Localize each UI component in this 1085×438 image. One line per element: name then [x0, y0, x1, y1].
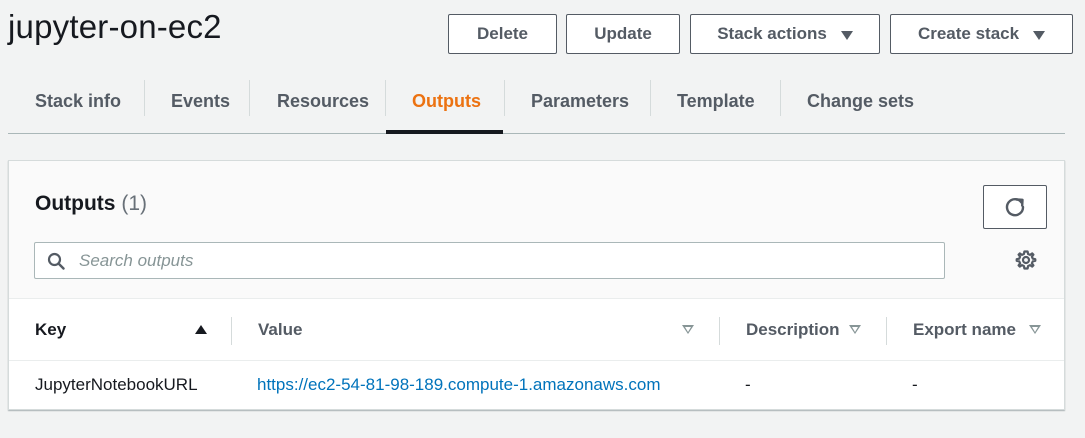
create-stack-dropdown[interactable]: Create stack: [890, 14, 1073, 54]
tab-parameters[interactable]: Parameters: [531, 68, 629, 134]
stack-actions-label: Stack actions: [717, 24, 827, 43]
refresh-icon: [1005, 198, 1025, 217]
tab-divider: [144, 80, 145, 116]
update-button[interactable]: Update: [566, 14, 680, 54]
tab-divider: [650, 80, 651, 116]
update-button-label: Update: [594, 24, 652, 43]
sort-icon[interactable]: [1029, 325, 1041, 334]
stack-tabs: Stack info Events Resources Outputs Para…: [8, 68, 1065, 134]
stack-actions-dropdown[interactable]: Stack actions: [690, 14, 880, 54]
column-header-export-name[interactable]: Export name: [913, 299, 1016, 361]
tab-resources[interactable]: Resources: [277, 68, 369, 134]
tab-template[interactable]: Template: [677, 68, 755, 134]
outputs-heading: Outputs (1): [35, 192, 147, 216]
output-key-cell: JupyterNotebookURL: [35, 375, 198, 394]
tab-stack-info[interactable]: Stack info: [35, 68, 121, 134]
tab-divider: [504, 80, 505, 116]
column-header-key[interactable]: Key: [35, 299, 66, 361]
page-title: jupyter-on-ec2: [8, 8, 222, 45]
output-value-link[interactable]: https://ec2-54-81-98-189.compute-1.amazo…: [257, 375, 660, 395]
sort-icon[interactable]: [849, 325, 861, 334]
delete-button-label: Delete: [476, 24, 529, 43]
output-value-cell: https://ec2-54-81-98-189.compute-1.amazo…: [257, 361, 660, 409]
column-divider: [231, 317, 232, 345]
caret-down-icon: [1033, 30, 1046, 40]
tab-divider: [780, 80, 781, 116]
tab-events[interactable]: Events: [171, 68, 230, 134]
active-tab-indicator: [386, 130, 503, 134]
tab-outputs[interactable]: Outputs: [412, 68, 481, 134]
delete-button[interactable]: Delete: [448, 14, 557, 54]
sort-icon[interactable]: [682, 325, 694, 334]
output-export-name-cell: -: [912, 375, 918, 394]
search-field[interactable]: [34, 242, 945, 279]
create-stack-label: Create stack: [917, 24, 1020, 43]
column-header-description[interactable]: Description: [746, 299, 840, 361]
search-icon: [47, 252, 65, 270]
search-input[interactable]: [77, 243, 937, 278]
outputs-count: (1): [121, 192, 147, 215]
column-divider: [886, 317, 887, 345]
tab-change-sets[interactable]: Change sets: [807, 68, 914, 134]
output-description-cell: -: [745, 375, 751, 394]
caret-down-icon: [840, 30, 853, 40]
refresh-button[interactable]: [983, 185, 1047, 229]
sort-ascending-icon[interactable]: [195, 325, 207, 334]
column-header-value[interactable]: Value: [258, 299, 302, 361]
outputs-title: Outputs: [35, 192, 116, 215]
tab-divider: [385, 80, 386, 116]
outputs-panel: Outputs (1) Key Value Description Export…: [8, 160, 1065, 410]
column-divider: [719, 317, 720, 345]
tab-divider: [249, 80, 250, 116]
gear-icon[interactable]: [1015, 249, 1037, 271]
